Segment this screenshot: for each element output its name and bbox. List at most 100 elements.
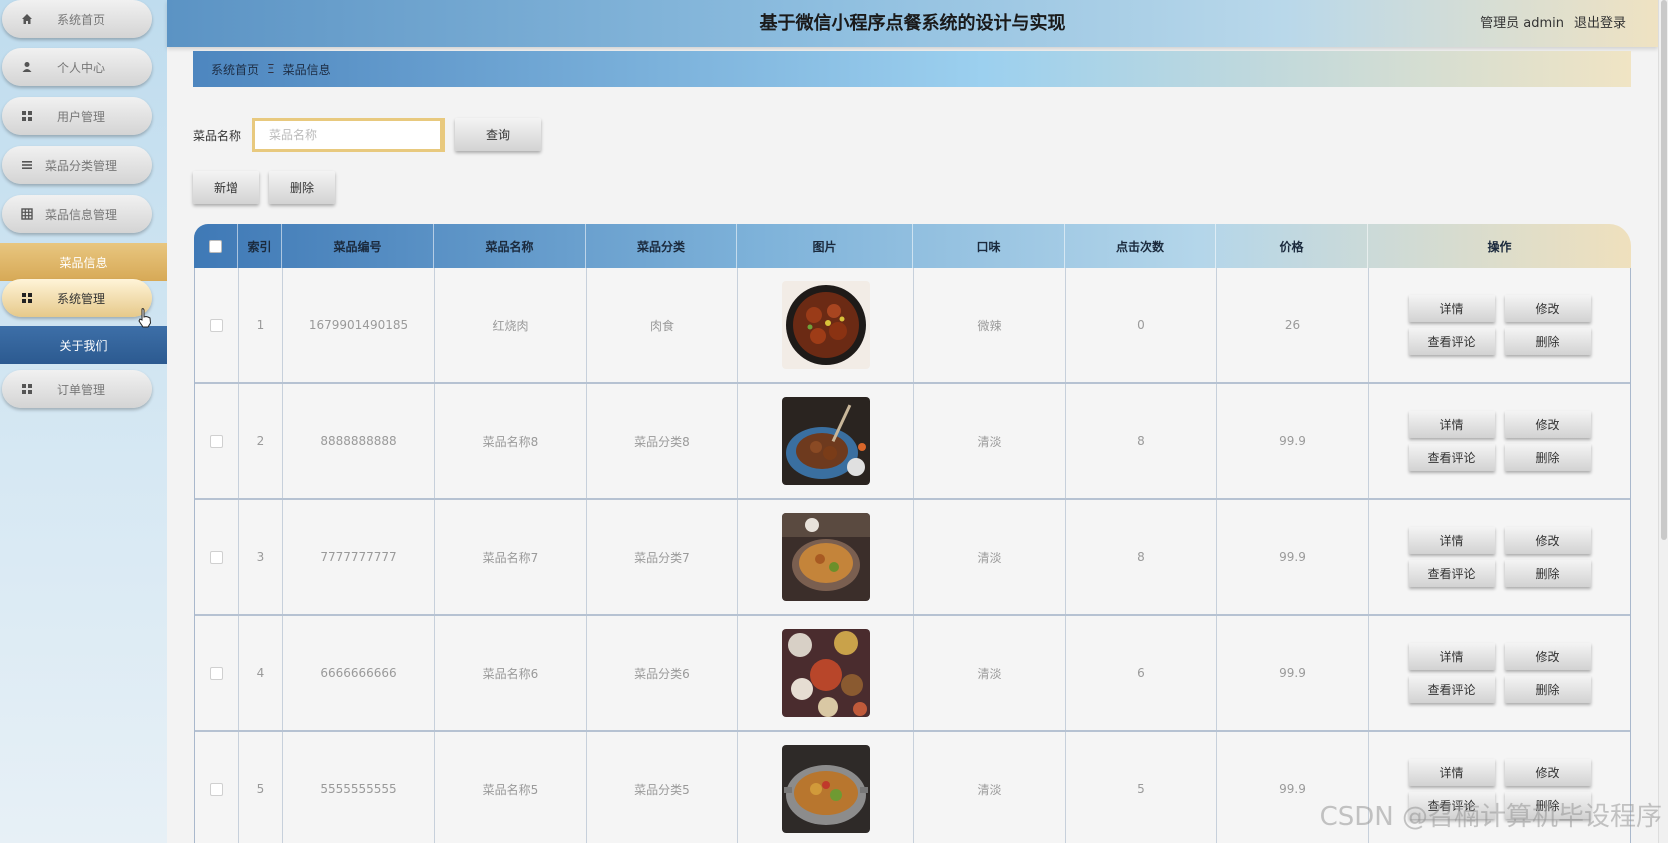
sidebar-item-label: 菜品分类管理 [44, 158, 117, 173]
sidebar-item-orders[interactable]: 订单管理 [2, 370, 152, 408]
actions-cell: 详情 修改 查看评论 删除 [1369, 500, 1630, 614]
index-cell: 5 [239, 732, 283, 843]
dish-name-search-input[interactable] [252, 118, 445, 152]
user-area: 管理员 admin 退出登录 [1480, 12, 1626, 31]
edit-button[interactable]: 修改 [1504, 643, 1591, 670]
clicks-cell: 5 [1066, 732, 1217, 843]
dish-image [781, 281, 870, 369]
row-checkbox[interactable] [210, 434, 223, 448]
table-row: 1 1679901490185 红烧肉 肉食 微辣 0 26 详情 修改 查看评… [195, 268, 1630, 384]
detail-button[interactable]: 详情 [1408, 527, 1495, 554]
view-comments-button[interactable]: 查看评论 [1408, 328, 1495, 355]
edit-button[interactable]: 修改 [1504, 411, 1591, 438]
add-button[interactable]: 新增 [193, 171, 259, 204]
list-icon [20, 158, 34, 172]
home-icon [20, 12, 34, 26]
dish-image [781, 745, 870, 833]
name-cell: 菜品名称8 [435, 384, 587, 498]
column-header: 价格 [1216, 224, 1368, 268]
sidebar-item-dish-category[interactable]: 菜品分类管理 [2, 146, 152, 184]
sidebar-item-label: 菜品信息 [59, 255, 108, 270]
app-title: 基于微信小程序点餐系统的设计与实现 [759, 13, 1066, 34]
table-row: 2 8888888888 菜品名称8 菜品分类8 清淡 8 99.9 详情 修改… [195, 384, 1630, 500]
taste-cell: 清淡 [914, 384, 1066, 498]
name-cell: 菜品名称5 [435, 732, 587, 843]
clicks-cell: 6 [1066, 616, 1217, 730]
detail-button[interactable]: 详情 [1408, 643, 1495, 670]
delete-button[interactable]: 删除 [1504, 328, 1591, 355]
row-select-cell [195, 616, 239, 730]
table-row: 4 6666666666 菜品名称6 菜品分类6 清淡 6 99.9 详情 修改… [195, 616, 1630, 732]
search-button[interactable]: 查询 [455, 118, 541, 151]
price-cell: 99.9 [1217, 616, 1369, 730]
view-comments-button[interactable]: 查看评论 [1408, 444, 1495, 471]
logout-link[interactable]: 退出登录 [1574, 16, 1626, 31]
sidebar-subitem-dish-info[interactable]: 菜品信息 [0, 243, 167, 281]
row-checkbox[interactable] [210, 550, 223, 564]
image-cell [738, 616, 914, 730]
code-cell: 6666666666 [283, 616, 435, 730]
delete-button[interactable]: 删除 [1504, 676, 1591, 703]
edit-button[interactable]: 修改 [1504, 759, 1591, 786]
edit-button[interactable]: 修改 [1504, 295, 1591, 322]
delete-button[interactable]: 删除 [1504, 444, 1591, 471]
sidebar-subitem-about[interactable]: 关于我们 [0, 326, 167, 364]
name-cell: 红烧肉 [435, 268, 587, 382]
grid-icon [20, 291, 34, 305]
row-select-cell [195, 384, 239, 498]
sidebar-item-system[interactable]: 系统管理 [2, 279, 152, 317]
image-cell [738, 268, 914, 382]
sidebar-item-label: 关于我们 [59, 338, 108, 353]
grid-icon [20, 109, 34, 123]
user-name: 管理员 admin [1480, 16, 1564, 31]
column-header: 图片 [737, 224, 913, 268]
dish-image [781, 629, 870, 717]
clicks-cell: 8 [1066, 384, 1217, 498]
view-comments-button[interactable]: 查看评论 [1408, 560, 1495, 587]
category-cell: 菜品分类5 [587, 732, 738, 843]
sidebar-item-home[interactable]: 系统首页 [2, 0, 152, 38]
sidebar: 系统首页 个人中心 用户管理 菜品分类管理 菜品信息管理 菜品信息 系统管理 关… [0, 0, 167, 843]
sidebar-item-label: 菜品信息管理 [44, 207, 117, 222]
delete-button[interactable]: 删除 [1504, 560, 1591, 587]
edit-button[interactable]: 修改 [1504, 527, 1591, 554]
select-all-cell [194, 224, 238, 268]
index-cell: 2 [239, 384, 283, 498]
sidebar-item-profile[interactable]: 个人中心 [2, 48, 152, 86]
code-cell: 5555555555 [283, 732, 435, 843]
sidebar-item-dish-info[interactable]: 菜品信息管理 [2, 195, 152, 233]
row-select-cell [195, 500, 239, 614]
code-cell: 1679901490185 [283, 268, 435, 382]
category-cell: 菜品分类7 [587, 500, 738, 614]
select-all-checkbox[interactable] [209, 239, 222, 253]
column-header: 菜品名称 [434, 224, 586, 268]
detail-button[interactable]: 详情 [1408, 759, 1495, 786]
price-cell: 99.9 [1217, 500, 1369, 614]
dish-image [781, 397, 870, 485]
dish-table: 索引 菜品编号 菜品名称 菜品分类 图片 口味 点击次数 价格 操作 1 167… [194, 224, 1631, 843]
row-checkbox[interactable] [210, 666, 223, 680]
sidebar-item-label: 用户管理 [56, 109, 105, 124]
table-row: 3 7777777777 菜品名称7 菜品分类7 清淡 8 99.9 详情 修改… [195, 500, 1630, 616]
search-label: 菜品名称 [193, 129, 242, 143]
column-header: 点击次数 [1065, 224, 1216, 268]
delete-selected-button[interactable]: 删除 [269, 171, 335, 204]
code-cell: 7777777777 [283, 500, 435, 614]
pointer-cursor-icon [138, 308, 152, 331]
category-cell: 菜品分类6 [587, 616, 738, 730]
scrollbar-thumb[interactable] [1661, 0, 1667, 540]
name-cell: 菜品名称6 [435, 616, 587, 730]
view-comments-button[interactable]: 查看评论 [1408, 676, 1495, 703]
row-checkbox[interactable] [210, 318, 223, 332]
code-cell: 8888888888 [283, 384, 435, 498]
detail-button[interactable]: 详情 [1408, 295, 1495, 322]
page-scrollbar[interactable] [1658, 0, 1668, 843]
row-select-cell [195, 268, 239, 382]
column-header: 口味 [913, 224, 1065, 268]
index-cell: 3 [239, 500, 283, 614]
breadcrumb-home[interactable]: 系统首页 [211, 61, 259, 78]
sidebar-item-users[interactable]: 用户管理 [2, 97, 152, 135]
detail-button[interactable]: 详情 [1408, 411, 1495, 438]
row-checkbox[interactable] [210, 782, 223, 796]
sidebar-item-label: 系统管理 [56, 291, 105, 306]
